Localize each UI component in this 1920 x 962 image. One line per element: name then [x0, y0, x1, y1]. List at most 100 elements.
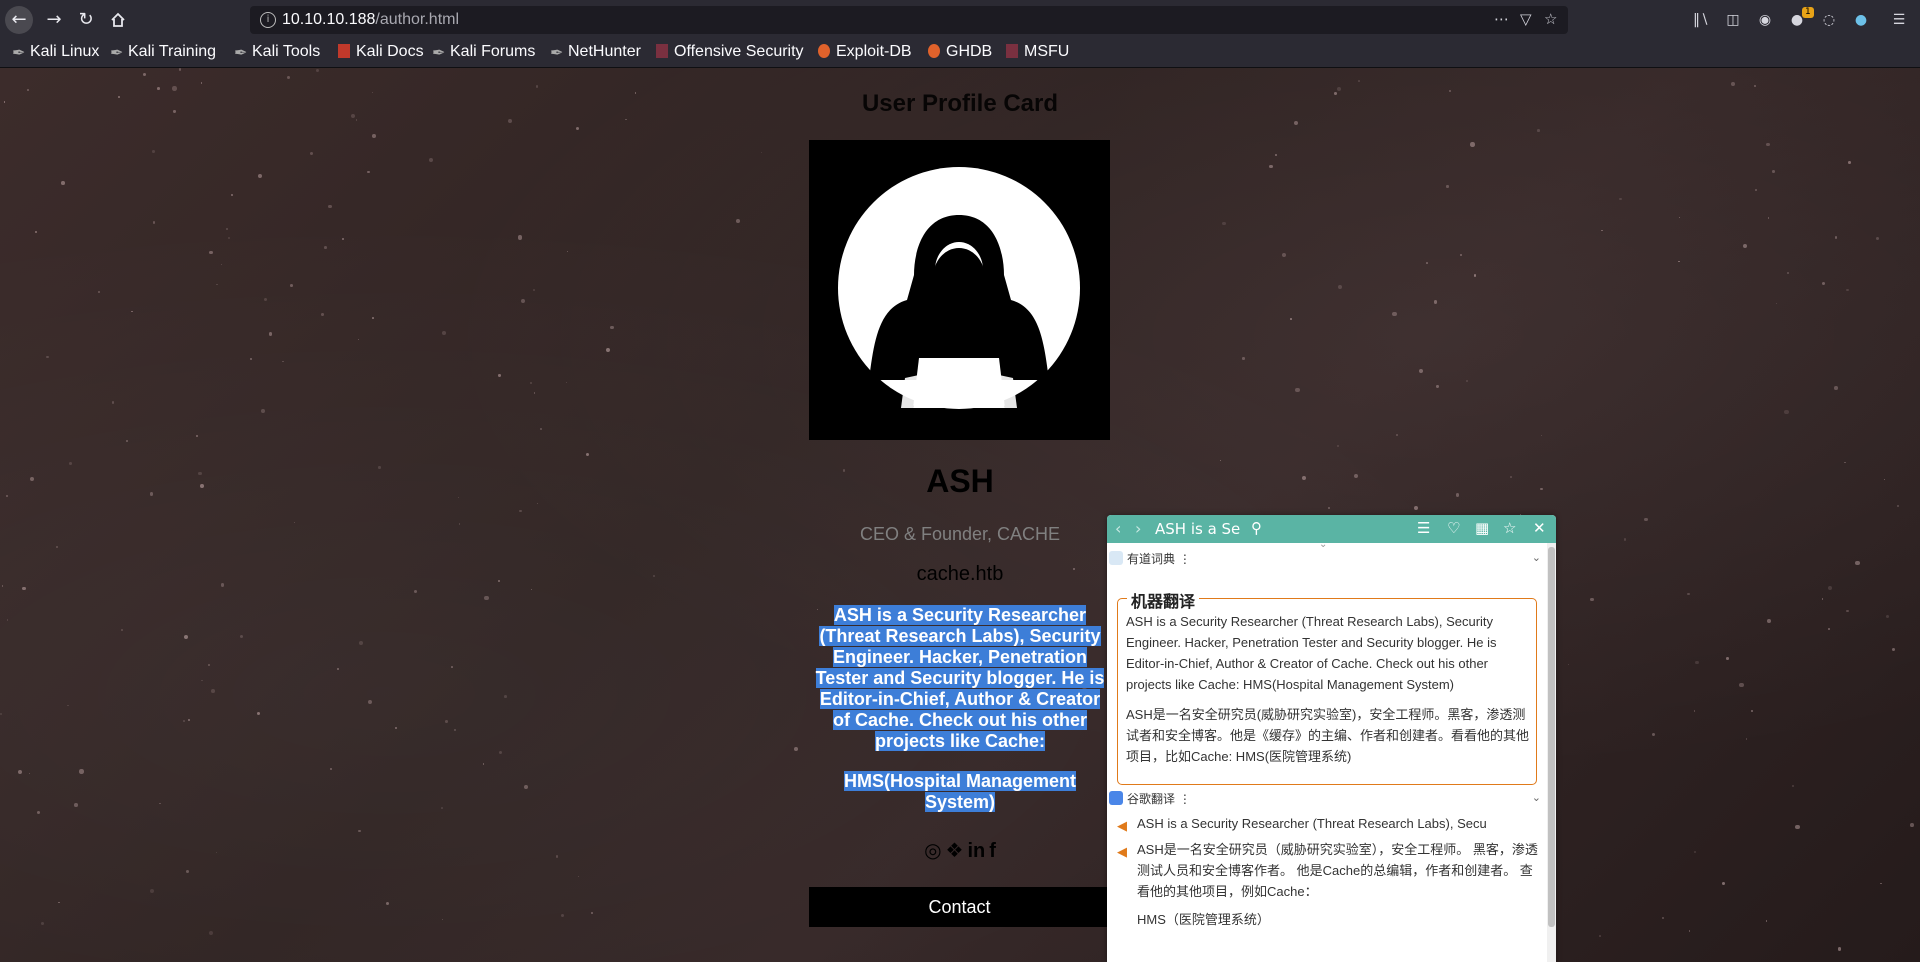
- translate-extension-icon[interactable]: ●: [1852, 11, 1870, 29]
- bookmark-kali-tools[interactable]: ✒ Kali Tools: [234, 43, 320, 62]
- background-speck: [1775, 303, 1777, 305]
- bookmarks-bar: ✒ Kali Linux ✒ Kali Training ✒ Kali Tools K…: [0, 40, 1920, 68]
- background-speck: [183, 720, 185, 722]
- bookmark-msfu[interactable]: MSFU: [1006, 43, 1069, 61]
- facebook-icon[interactable]: f: [989, 840, 996, 862]
- back-button[interactable]: ←: [5, 6, 33, 34]
- background-speck: [149, 492, 154, 496]
- background-speck: [536, 85, 539, 88]
- pin-icon[interactable]: ☆: [1503, 519, 1516, 537]
- page-actions-icon[interactable]: ⋯: [1494, 10, 1509, 28]
- bookmark-offensive-security[interactable]: Offensive Security: [656, 43, 804, 61]
- close-icon[interactable]: ✕: [1533, 519, 1546, 537]
- collapse-chevron-icon[interactable]: ⌄: [1532, 791, 1541, 804]
- google-zh-text: ASH是一名安全研究员（威胁研究实验室），安全工程师。 黑客，渗透测试人员和安全…: [1137, 842, 1538, 899]
- background-speck: [386, 902, 390, 906]
- next-icon[interactable]: ›: [1135, 519, 1141, 538]
- translation-popup: ‹ › ASH is a Se ⚲ ☰ ♡ ▦ ☆ ✕ ⌄ 有道词典 ⋮ ⌄ A…: [1107, 515, 1556, 962]
- background-speck: [530, 381, 533, 384]
- background-speck: [184, 634, 189, 640]
- docs-icon: [338, 44, 350, 58]
- home-button[interactable]: [104, 6, 132, 34]
- background-speck: [1751, 709, 1754, 713]
- background-speck: [97, 291, 101, 294]
- linkedin-icon[interactable]: in: [967, 840, 985, 862]
- background-speck: [1661, 916, 1665, 920]
- background-speck: [1539, 487, 1543, 491]
- twitter-icon[interactable]: ❖: [946, 838, 964, 862]
- background-speck: [578, 876, 580, 878]
- google-header[interactable]: 谷歌翻译 ⋮: [1109, 789, 1191, 809]
- background-speck: [524, 784, 529, 789]
- background-speck: [1426, 262, 1428, 264]
- background-speck: [186, 870, 190, 874]
- shield-icon[interactable]: ◌: [1820, 11, 1838, 29]
- background-speck: [517, 235, 522, 240]
- bookmark-kali-training[interactable]: ✒ Kali Training: [110, 43, 216, 62]
- background-speck: [536, 502, 538, 504]
- background-speck: [230, 193, 233, 197]
- background-speck: [1754, 85, 1757, 88]
- sidebar-icon[interactable]: ◫: [1724, 11, 1742, 29]
- bookmark-kali-linux[interactable]: ✒ Kali Linux: [12, 43, 99, 62]
- background-speck: [1301, 475, 1306, 481]
- background-speck: [482, 763, 485, 766]
- url-text[interactable]: 10.10.10.188/author.html: [282, 11, 459, 29]
- collapse-chevron-icon[interactable]: ⌄: [1532, 551, 1541, 564]
- background-speck: [1772, 170, 1776, 173]
- background-speck: [565, 381, 568, 384]
- bookmark-label: GHDB: [946, 43, 993, 60]
- background-speck: [358, 829, 362, 833]
- forward-button[interactable]: →: [40, 6, 68, 34]
- scrollbar-thumb[interactable]: [1548, 547, 1555, 927]
- background-speck: [1623, 538, 1627, 541]
- prev-icon[interactable]: ‹: [1115, 519, 1121, 538]
- pocket-icon[interactable]: ▽: [1520, 10, 1532, 28]
- url-bar[interactable]: i 10.10.10.188/author.html ⋯ ▽ ☆: [250, 6, 1568, 34]
- account-icon[interactable]: ◉: [1756, 11, 1774, 29]
- background-speck: [34, 230, 37, 233]
- bookmark-nethunter[interactable]: ✒ NetHunter: [550, 43, 641, 62]
- bookmark-kali-forums[interactable]: ✒ Kali Forums: [432, 43, 536, 62]
- library-icon[interactable]: ‖∖: [1692, 11, 1710, 29]
- popup-search-input[interactable]: ASH is a Se: [1155, 518, 1245, 540]
- bookmark-kali-docs[interactable]: Kali Docs: [338, 43, 424, 61]
- background-speck: [1466, 380, 1469, 383]
- bookmark-label: Exploit-DB: [836, 43, 912, 60]
- background-speck: [239, 634, 244, 639]
- reload-button[interactable]: ↻: [72, 6, 100, 34]
- background-speck: [1644, 517, 1649, 522]
- bookmark-exploit-db[interactable]: Exploit-DB: [818, 43, 912, 61]
- background-speck: [1721, 882, 1725, 886]
- background-speck: [118, 95, 120, 98]
- popup-scrollbar[interactable]: [1547, 543, 1556, 962]
- bookmark-star-icon[interactable]: ☆: [1544, 10, 1557, 28]
- search-icon[interactable]: ⚲: [1251, 519, 1262, 537]
- site-info-icon[interactable]: i: [260, 12, 276, 28]
- background-speck: [1795, 824, 1800, 829]
- more-icon[interactable]: ⋮: [1179, 792, 1191, 806]
- background-speck: [606, 348, 611, 352]
- speaker-icon[interactable]: ◀: [1117, 841, 1127, 862]
- background-speck: [1726, 657, 1729, 660]
- background-speck: [198, 471, 202, 476]
- bookmark-ghdb[interactable]: GHDB: [928, 43, 992, 61]
- background-speck: [27, 88, 29, 91]
- background-speck: [152, 150, 155, 154]
- more-icon[interactable]: ⋮: [1179, 552, 1191, 566]
- bookmark-label: Kali Forums: [450, 43, 536, 60]
- dribbble-icon[interactable]: ◎: [924, 838, 941, 862]
- heart-icon[interactable]: ♡: [1447, 519, 1460, 537]
- background-speck: [289, 283, 293, 287]
- chevron-down-icon[interactable]: ⌄: [1319, 543, 1327, 550]
- youdao-header[interactable]: 有道词典 ⋮: [1109, 549, 1191, 569]
- background-speck: [1293, 121, 1298, 126]
- background-speck: [1281, 252, 1287, 258]
- speaker-icon[interactable]: ◀: [1117, 815, 1127, 836]
- background-speck: [441, 807, 443, 809]
- list-icon[interactable]: ☰: [1417, 519, 1430, 537]
- note-icon[interactable]: ▦: [1475, 519, 1489, 537]
- menu-icon[interactable]: ☰: [1890, 11, 1908, 29]
- contact-button[interactable]: Contact: [809, 887, 1110, 927]
- bookmark-label: Offensive Security: [674, 43, 804, 60]
